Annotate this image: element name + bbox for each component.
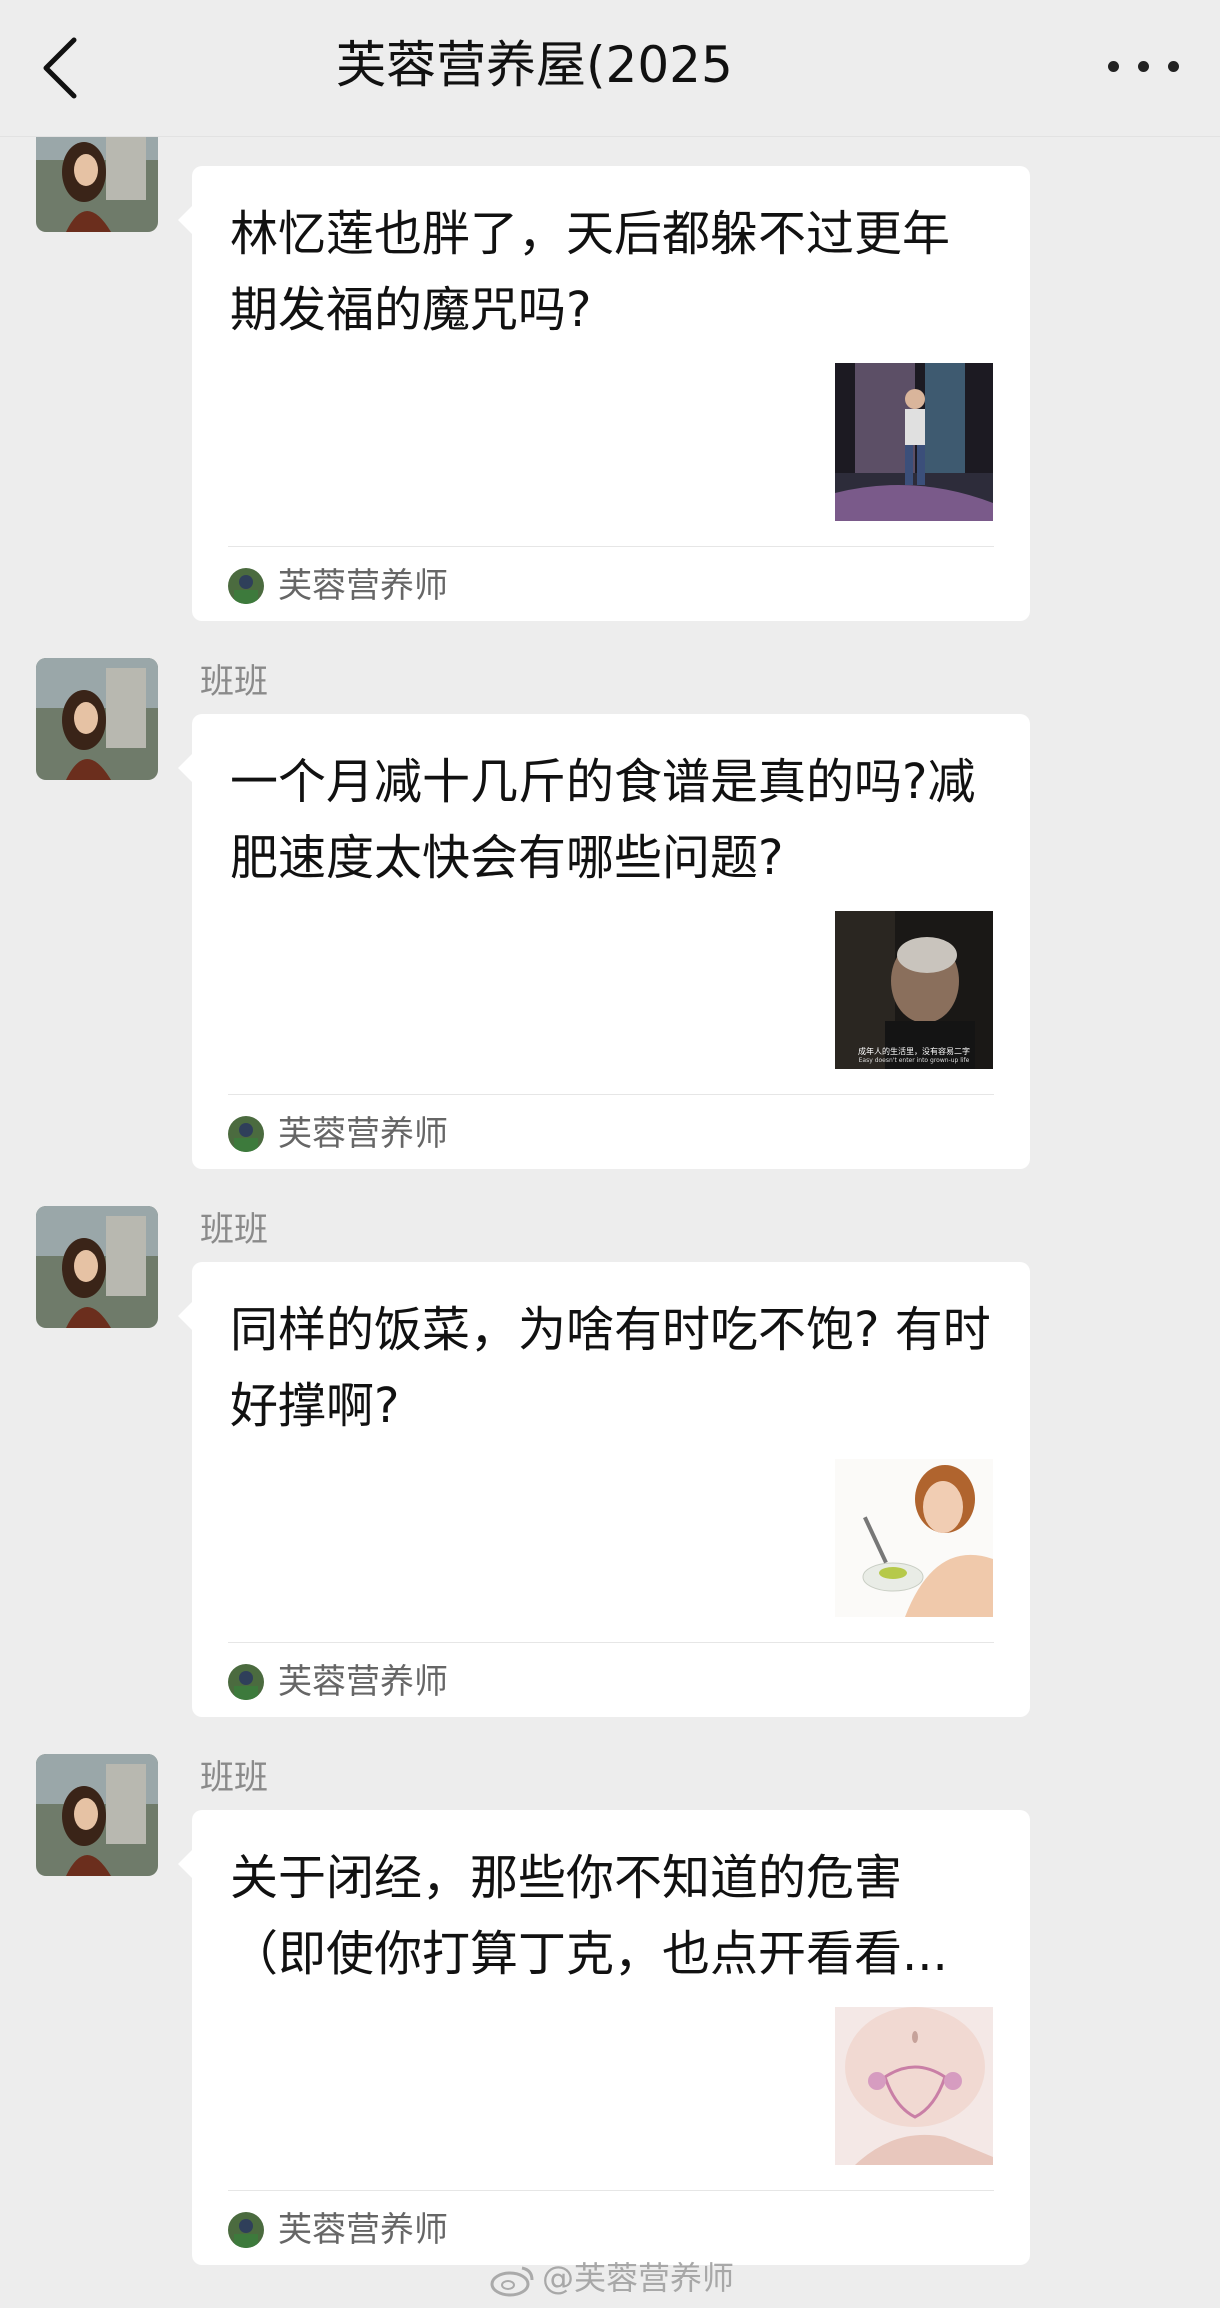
- sender-name: 班班: [200, 662, 268, 702]
- woman-eating-image: [835, 1459, 993, 1617]
- source-name: 芙蓉营养师: [278, 2210, 448, 2250]
- article-title: 同样的饭菜，为啥有时吃不饱? 有时好撑啊?: [230, 1302, 991, 1434]
- article-thumbnail: 成年人的生活里，没有容易二字 Easy doesn't enter into g…: [835, 911, 993, 1069]
- sender-name: 班班: [200, 1758, 268, 1798]
- article-thumbnail: [835, 2007, 993, 2165]
- article-thumbnail: [835, 1459, 993, 1617]
- concert-photo-image: [835, 363, 993, 521]
- thumbnail-caption: 成年人的生活里，没有容易二字: [858, 1047, 970, 1056]
- back-button[interactable]: [36, 26, 96, 106]
- source-avatar-icon: [228, 2212, 264, 2248]
- weibo-icon: [490, 2266, 534, 2297]
- source-avatar-icon: [228, 1116, 264, 1152]
- avatar[interactable]: [36, 1754, 158, 1876]
- article-title: 一个月减十几斤的食谱是真的吗?减肥速度太快会有哪些问题?: [230, 754, 976, 886]
- card-divider: [228, 1642, 994, 1643]
- sender-name: 班班: [200, 1210, 268, 1250]
- card-divider: [228, 546, 994, 547]
- article-card[interactable]: 关于闭经，那些你不知道的危害（即使你打算丁克，也点开看看... 芙蓉营养师: [178, 1810, 1030, 2265]
- more-button[interactable]: [1100, 40, 1190, 90]
- source-avatar-icon: [228, 568, 264, 604]
- thumbnail-caption-en: Easy doesn't enter into grown-up life: [858, 1057, 970, 1064]
- chat-header: 芙蓉营养屋(2025: [0, 0, 1220, 137]
- more-dots-icon: [1108, 61, 1119, 72]
- article-card[interactable]: 一个月减十几斤的食谱是真的吗?减肥速度太快会有哪些问题? 成年人的生活里，没有容…: [178, 714, 1030, 1169]
- source-name: 芙蓉营养师: [278, 1662, 448, 1702]
- chat-title: 芙蓉营养屋(2025: [336, 36, 733, 94]
- chevron-left-icon: [43, 37, 77, 99]
- source-avatar-icon: [228, 1664, 264, 1700]
- avatar[interactable]: [36, 1206, 158, 1328]
- weibo-watermark: @芙蓉营养师: [488, 2256, 734, 2300]
- card-divider: [228, 1094, 994, 1095]
- source-name: 芙蓉营养师: [278, 566, 448, 606]
- watermark-text: @芙蓉营养师: [542, 2259, 735, 2297]
- abdomen-illustration-image: [835, 2007, 993, 2165]
- article-title: 林忆莲也胖了，天后都躲不过更年期发福的魔咒吗?: [230, 206, 951, 338]
- article-title: 关于闭经，那些你不知道的危害（即使你打算丁克，也点开看看...: [230, 1850, 948, 1982]
- article-thumbnail: [835, 363, 993, 521]
- article-card[interactable]: 同样的饭菜，为啥有时吃不饱? 有时好撑啊? 芙蓉营养师: [178, 1262, 1030, 1717]
- source-name: 芙蓉营养师: [278, 1114, 448, 1154]
- card-divider: [228, 2190, 994, 2191]
- article-card[interactable]: 林忆莲也胖了，天后都躲不过更年期发福的魔咒吗? 芙蓉营养师: [178, 166, 1030, 621]
- avatar[interactable]: [36, 658, 158, 780]
